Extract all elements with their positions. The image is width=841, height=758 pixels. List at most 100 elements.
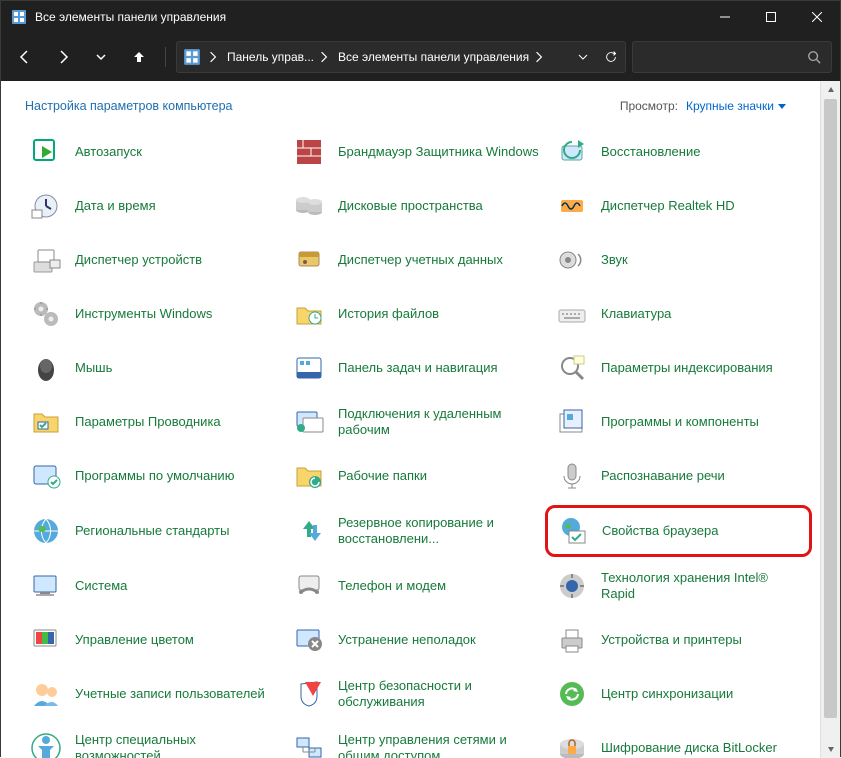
panel-item-security[interactable]: Центр безопасности и обслуживания bbox=[288, 675, 543, 713]
file-hist-icon bbox=[292, 297, 326, 331]
close-button[interactable] bbox=[794, 1, 840, 33]
bitlocker-icon bbox=[555, 731, 589, 758]
panel-item-storage[interactable]: Дисковые пространства bbox=[288, 187, 543, 225]
panel-item-label: Технология хранения Intel® Rapid bbox=[601, 570, 802, 603]
panel-item-speech[interactable]: Распознавание речи bbox=[551, 457, 806, 495]
separator bbox=[165, 47, 166, 67]
panel-item-sound[interactable]: Звук bbox=[551, 241, 806, 279]
panel-item-printers[interactable]: Устройства и принтеры bbox=[551, 621, 806, 659]
panel-item-label: Резервное копирование и восстановлени... bbox=[338, 515, 539, 548]
panel-item-intel[interactable]: Технология хранения Intel® Rapid bbox=[551, 567, 806, 605]
firewall-icon bbox=[292, 135, 326, 169]
panel-item-system[interactable]: Система bbox=[25, 567, 280, 605]
storage-icon bbox=[292, 189, 326, 223]
panel-item-label: Шифрование диска BitLocker bbox=[601, 740, 777, 756]
vertical-scrollbar[interactable] bbox=[820, 81, 840, 758]
recent-locations-button[interactable] bbox=[85, 41, 117, 73]
internet-icon bbox=[556, 514, 590, 548]
scroll-thumb[interactable] bbox=[824, 99, 837, 718]
panel-item-workfolders[interactable]: Рабочие папки bbox=[288, 457, 543, 495]
panel-item-remote[interactable]: Подключения к удаленным рабочим bbox=[288, 403, 543, 441]
navbar: Панель управ... Все элементы панели упра… bbox=[1, 33, 840, 81]
panel-item-trouble[interactable]: Устранение неполадок bbox=[288, 621, 543, 659]
panel-item-label: Мышь bbox=[75, 360, 112, 376]
breadcrumb-seg-1[interactable]: Панель управ... bbox=[223, 50, 334, 64]
scroll-up-button[interactable] bbox=[821, 81, 840, 99]
back-button[interactable] bbox=[9, 41, 41, 73]
panel-item-indexing[interactable]: Параметры индексирования bbox=[551, 349, 806, 387]
programs-icon bbox=[555, 405, 589, 439]
panel-item-file-hist[interactable]: История файлов bbox=[288, 295, 543, 333]
remote-icon bbox=[292, 405, 326, 439]
sync-icon bbox=[555, 677, 589, 711]
panel-item-tools[interactable]: Инструменты Windows bbox=[25, 295, 280, 333]
panel-item-clock[interactable]: Дата и время bbox=[25, 187, 280, 225]
breadcrumb-root-icon[interactable] bbox=[183, 48, 201, 66]
panel-item-label: Диспетчер устройств bbox=[75, 252, 202, 268]
panel-item-label: Учетные записи пользователей bbox=[75, 686, 265, 702]
scroll-down-button[interactable] bbox=[821, 740, 840, 758]
panel-item-programs[interactable]: Программы и компоненты bbox=[551, 403, 806, 441]
panel-item-creds[interactable]: Диспетчер учетных данных bbox=[288, 241, 543, 279]
panel-item-label: Свойства браузера bbox=[602, 523, 718, 539]
panel-item-recovery[interactable]: Восстановление bbox=[551, 133, 806, 171]
device-mgr-icon bbox=[29, 243, 63, 277]
up-button[interactable] bbox=[123, 41, 155, 73]
panel-item-keyboard[interactable]: Клавиатура bbox=[551, 295, 806, 333]
panel-item-region[interactable]: Региональные стандарты bbox=[25, 511, 280, 551]
explorer-icon bbox=[29, 405, 63, 439]
panel-item-phone[interactable]: Телефон и модем bbox=[288, 567, 543, 605]
panel-item-users[interactable]: Учетные записи пользователей bbox=[25, 675, 280, 713]
recovery-icon bbox=[555, 135, 589, 169]
panel-item-label: Региональные стандарты bbox=[75, 523, 229, 539]
panel-item-label: Звук bbox=[601, 252, 628, 268]
backup-icon bbox=[292, 514, 326, 548]
panel-item-realtek[interactable]: Диспетчер Realtek HD bbox=[551, 187, 806, 225]
breadcrumb-dropdown-button[interactable] bbox=[569, 43, 597, 71]
panel-item-label: Дата и время bbox=[75, 198, 156, 214]
speech-icon bbox=[555, 459, 589, 493]
clock-icon bbox=[29, 189, 63, 223]
panel-item-explorer[interactable]: Параметры Проводника bbox=[25, 403, 280, 441]
titlebar: Все элементы панели управления bbox=[1, 1, 840, 33]
panel-item-backup[interactable]: Резервное копирование и восстановлени... bbox=[288, 511, 543, 551]
panel-item-network[interactable]: Центр управления сетями и общим доступом bbox=[288, 729, 543, 758]
panel-item-label: Центр управления сетями и общим доступом bbox=[338, 732, 539, 758]
panel-item-label: Устранение неполадок bbox=[338, 632, 476, 648]
panel-item-label: Программы и компоненты bbox=[601, 414, 759, 430]
view-selector[interactable]: Крупные значки bbox=[686, 99, 786, 113]
panel-item-label: Устройства и принтеры bbox=[601, 632, 742, 648]
panel-item-label: Диспетчер Realtek HD bbox=[601, 198, 735, 214]
minimize-button[interactable] bbox=[702, 1, 748, 33]
panel-item-label: История файлов bbox=[338, 306, 439, 322]
panel-item-label: Дисковые пространства bbox=[338, 198, 483, 214]
refresh-button[interactable] bbox=[597, 43, 625, 71]
panel-item-label: Автозапуск bbox=[75, 144, 142, 160]
panel-item-bitlocker[interactable]: Шифрование диска BitLocker bbox=[551, 729, 806, 758]
breadcrumb-seg-2[interactable]: Все элементы панели управления bbox=[334, 50, 549, 64]
panel-item-access[interactable]: Центр специальных возможностей bbox=[25, 729, 280, 758]
realtek-icon bbox=[555, 189, 589, 223]
breadcrumb[interactable]: Панель управ... Все элементы панели упра… bbox=[176, 41, 626, 73]
panel-item-firewall[interactable]: Брандмауэр Защитника Windows bbox=[288, 133, 543, 171]
search-input[interactable] bbox=[632, 41, 832, 73]
taskbar-icon bbox=[292, 351, 326, 385]
creds-icon bbox=[292, 243, 326, 277]
view-label: Просмотр: bbox=[620, 99, 678, 113]
trouble-icon bbox=[292, 623, 326, 657]
panel-item-defaults[interactable]: Программы по умолчанию bbox=[25, 457, 280, 495]
panel-item-label: Центр синхронизации bbox=[601, 686, 733, 702]
panel-item-taskbar[interactable]: Панель задач и навигация bbox=[288, 349, 543, 387]
maximize-button[interactable] bbox=[748, 1, 794, 33]
panel-item-mouse[interactable]: Мышь bbox=[25, 349, 280, 387]
panel-item-sync[interactable]: Центр синхронизации bbox=[551, 675, 806, 713]
panel-item-device-mgr[interactable]: Диспетчер устройств bbox=[25, 241, 280, 279]
panel-item-label: Диспетчер учетных данных bbox=[338, 252, 503, 268]
printers-icon bbox=[555, 623, 589, 657]
panel-item-internet[interactable]: Свойства браузера bbox=[545, 505, 812, 557]
panel-item-autoplay[interactable]: Автозапуск bbox=[25, 133, 280, 171]
panel-item-color[interactable]: Управление цветом bbox=[25, 621, 280, 659]
forward-button[interactable] bbox=[47, 41, 79, 73]
autoplay-icon bbox=[29, 135, 63, 169]
panel-item-label: Программы по умолчанию bbox=[75, 468, 234, 484]
